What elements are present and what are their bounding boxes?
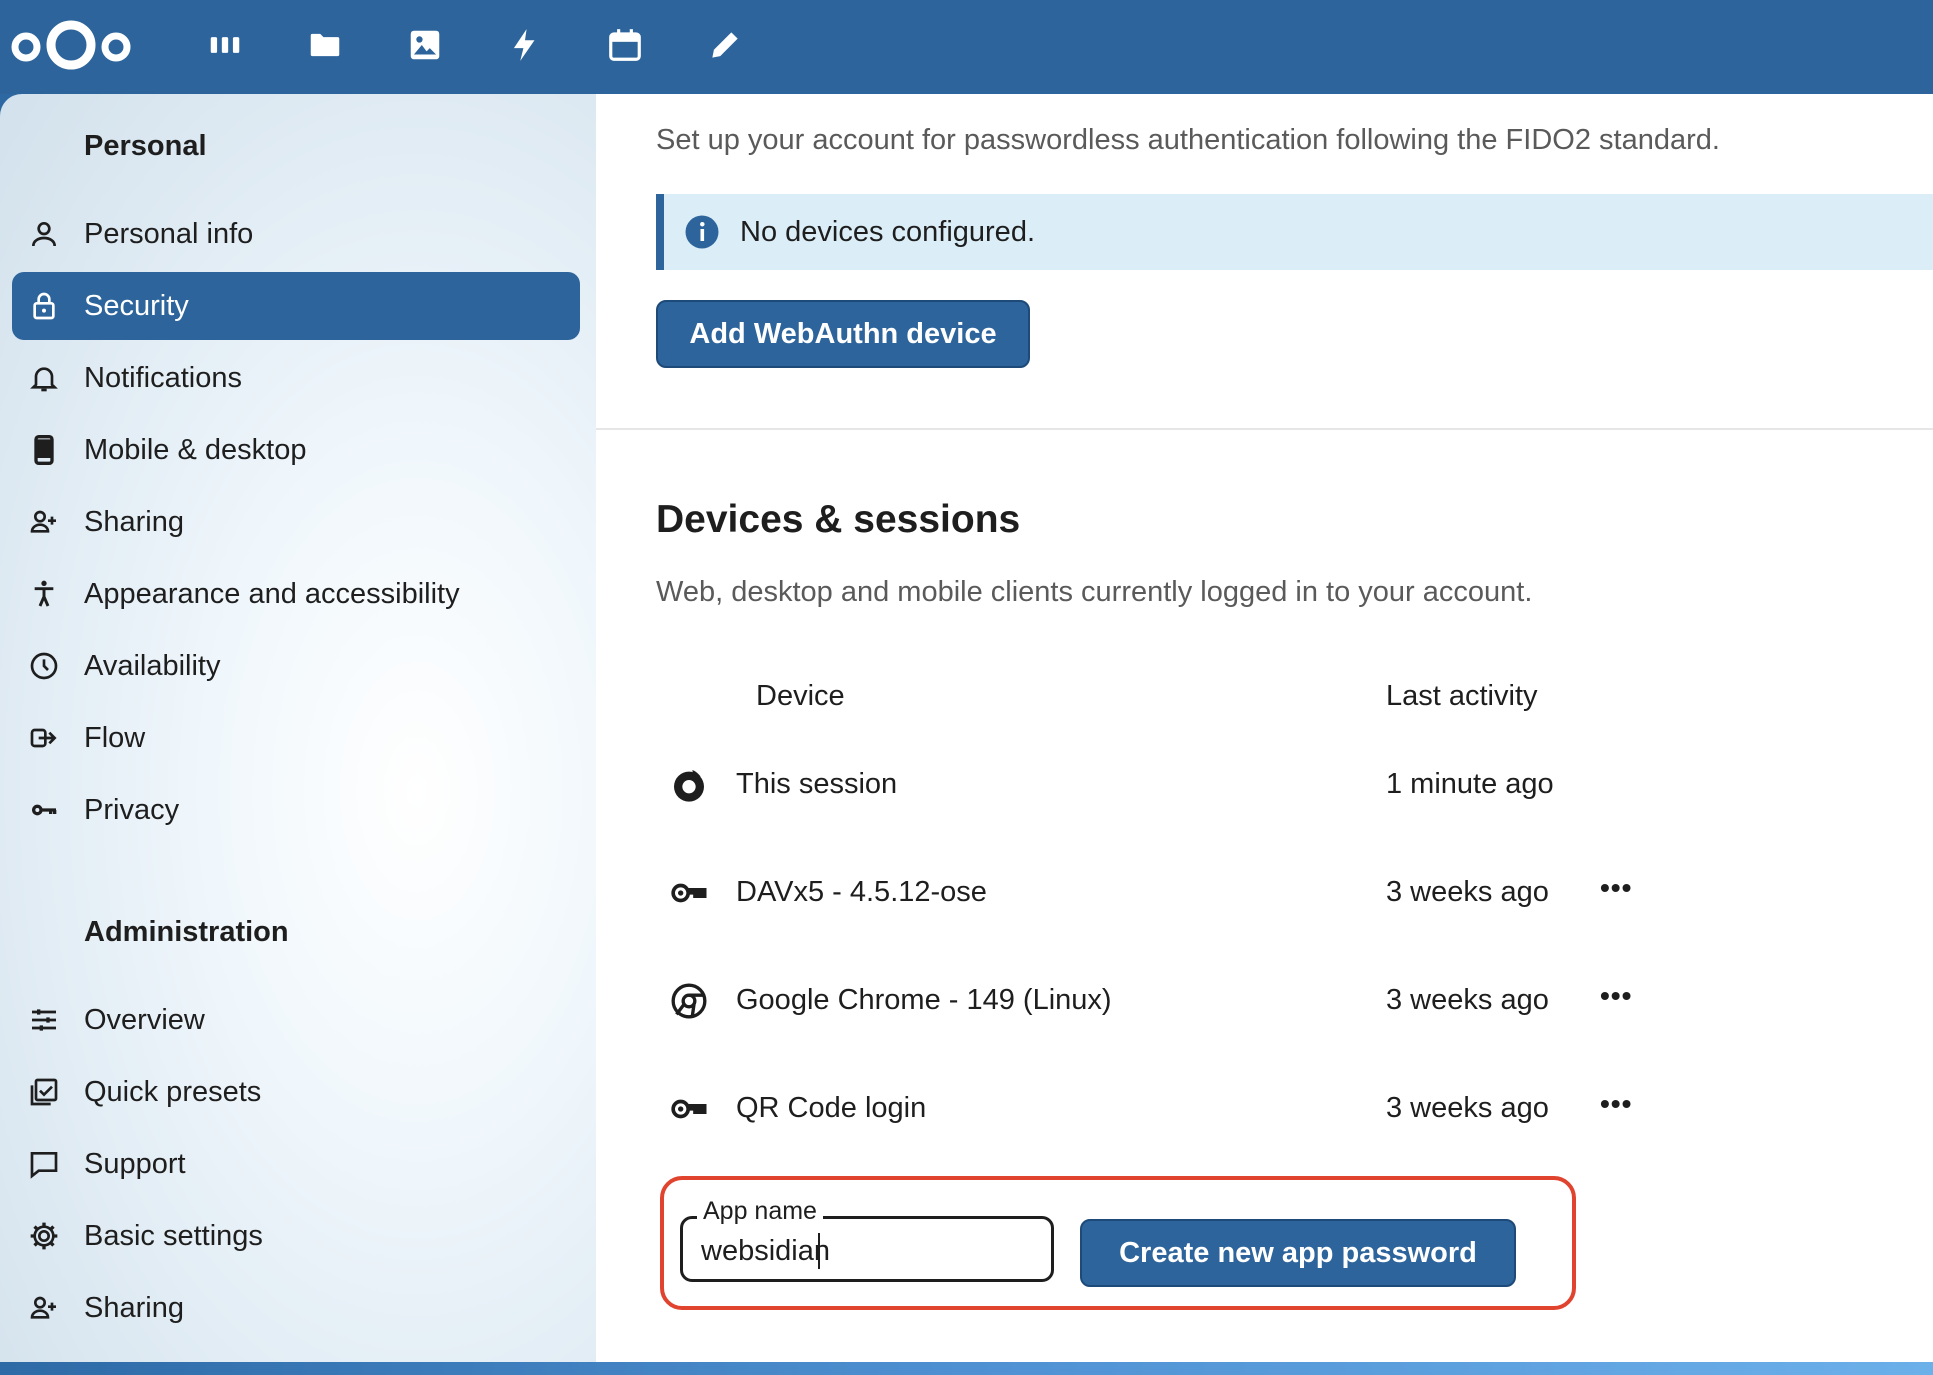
session-actions-menu-button[interactable]: ••• (1600, 872, 1632, 904)
session-last-activity: 3 weeks ago (1386, 984, 1549, 1016)
app-name-label: App name (697, 1197, 823, 1226)
sidebar-item-basic-settings[interactable]: Basic settings (12, 1202, 580, 1270)
clock-icon (12, 650, 76, 682)
sidebar-item-security[interactable]: Security (12, 272, 580, 340)
sidebar-item-label: Basic settings (84, 1219, 263, 1252)
session-row: This session 1 minute ago (596, 744, 1933, 824)
sidebar-item-label: Privacy (84, 793, 180, 826)
gear-icon (12, 1220, 76, 1252)
sidebar-item-overview[interactable]: Overview (12, 986, 580, 1054)
sidebar-item-label: Sharing (84, 1291, 184, 1324)
session-last-activity: 3 weeks ago (1386, 876, 1549, 908)
session-row: QR Code login 3 weeks ago ••• (596, 1068, 1933, 1148)
sidebar-item-label: Support (84, 1147, 186, 1180)
session-actions-menu-button[interactable]: ••• (1600, 980, 1632, 1012)
sidebar-item-flow[interactable]: Flow (12, 704, 580, 772)
sidebar-item-label: Mobile & desktop (84, 433, 307, 466)
sidebar-item-quick-presets[interactable]: Quick presets (12, 1058, 580, 1126)
create-app-password-button[interactable]: Create new app password (1080, 1219, 1516, 1287)
share-person-icon (12, 506, 76, 538)
devices-sessions-title: Devices & sessions (656, 498, 1021, 541)
bell-icon (12, 362, 76, 394)
activity-icon[interactable] (502, 22, 548, 68)
sidebar-item-support[interactable]: Support (12, 1130, 580, 1198)
sidebar-item-label: Overview (84, 1003, 205, 1036)
chrome-icon (668, 980, 710, 1022)
app-name-input[interactable] (701, 1231, 1041, 1271)
personal-heading: Personal (84, 130, 207, 162)
phone-icon (12, 434, 76, 466)
firefox-icon (668, 764, 710, 806)
sidebar-item-privacy[interactable]: Privacy (12, 776, 580, 844)
chat-icon (12, 1148, 76, 1180)
sidebar-item-label: Sharing (84, 505, 184, 538)
column-header-device: Device (756, 680, 845, 712)
session-name: QR Code login (736, 1092, 927, 1124)
key-icon (12, 794, 76, 826)
key-icon (668, 872, 710, 914)
sidebar-item-mobile-desktop[interactable]: Mobile & desktop (12, 416, 580, 484)
session-name: DAVx5 - 4.5.12-ose (736, 876, 987, 908)
person-icon (12, 218, 76, 250)
settings-sidebar: Personal Personal info Security Notifica… (0, 94, 596, 1362)
sidebar-item-label: Notifications (84, 361, 242, 394)
sidebar-item-appearance[interactable]: Appearance and accessibility (12, 560, 580, 628)
nextcloud-logo-icon[interactable] (8, 14, 134, 76)
info-notice: No devices configured. (656, 194, 1933, 270)
files-icon[interactable] (302, 22, 348, 68)
session-last-activity: 1 minute ago (1386, 768, 1554, 800)
sidebar-item-label: Availability (84, 649, 221, 682)
devices-sessions-description: Web, desktop and mobile clients currentl… (656, 576, 1533, 608)
notes-pencil-icon[interactable] (702, 22, 748, 68)
lock-icon (12, 290, 76, 322)
webauthn-description: Set up your account for passwordless aut… (656, 124, 1720, 156)
top-bar (0, 0, 1933, 94)
session-last-activity: 3 weeks ago (1386, 1092, 1549, 1124)
column-header-last-activity: Last activity (1386, 680, 1538, 712)
dashboard-icon[interactable] (202, 22, 248, 68)
key-icon (668, 1088, 710, 1130)
bottom-background-strip (0, 1362, 1933, 1375)
sidebar-item-notifications[interactable]: Notifications (12, 344, 580, 412)
session-row: Google Chrome - 149 (Linux) 3 weeks ago … (596, 960, 1933, 1040)
session-actions-menu-button[interactable]: ••• (1600, 1088, 1632, 1120)
calendar-icon[interactable] (602, 22, 648, 68)
sidebar-item-label: Security (84, 289, 189, 322)
sliders-icon (12, 1004, 76, 1036)
sidebar-item-personal-info[interactable]: Personal info (12, 200, 580, 268)
info-icon (685, 215, 719, 249)
section-divider (596, 428, 1933, 430)
text-caret (818, 1233, 820, 1269)
sidebar-item-sharing[interactable]: Sharing (12, 488, 580, 556)
session-name: This session (736, 768, 898, 800)
session-row: DAVx5 - 4.5.12-ose 3 weeks ago ••• (596, 852, 1933, 932)
settings-content: Set up your account for passwordless aut… (596, 94, 1933, 1362)
sidebar-item-label: Appearance and accessibility (84, 577, 460, 610)
sidebar-item-availability[interactable]: Availability (12, 632, 580, 700)
info-text: No devices configured. (740, 215, 1035, 248)
app-name-field[interactable]: App name (680, 1197, 1054, 1282)
flow-icon (12, 722, 76, 754)
sidebar-item-label: Flow (84, 721, 146, 754)
accessibility-icon (12, 578, 76, 610)
administration-heading: Administration (84, 916, 289, 948)
session-name: Google Chrome - 149 (Linux) (736, 984, 1112, 1016)
add-webauthn-device-button[interactable]: Add WebAuthn device (656, 300, 1030, 368)
photos-icon[interactable] (402, 22, 448, 68)
share-person-icon (12, 1292, 76, 1324)
sidebar-item-label: Quick presets (84, 1075, 262, 1108)
sidebar-item-admin-sharing[interactable]: Sharing (12, 1274, 580, 1342)
sidebar-item-label: Personal info (84, 217, 254, 250)
presets-icon (12, 1076, 76, 1108)
